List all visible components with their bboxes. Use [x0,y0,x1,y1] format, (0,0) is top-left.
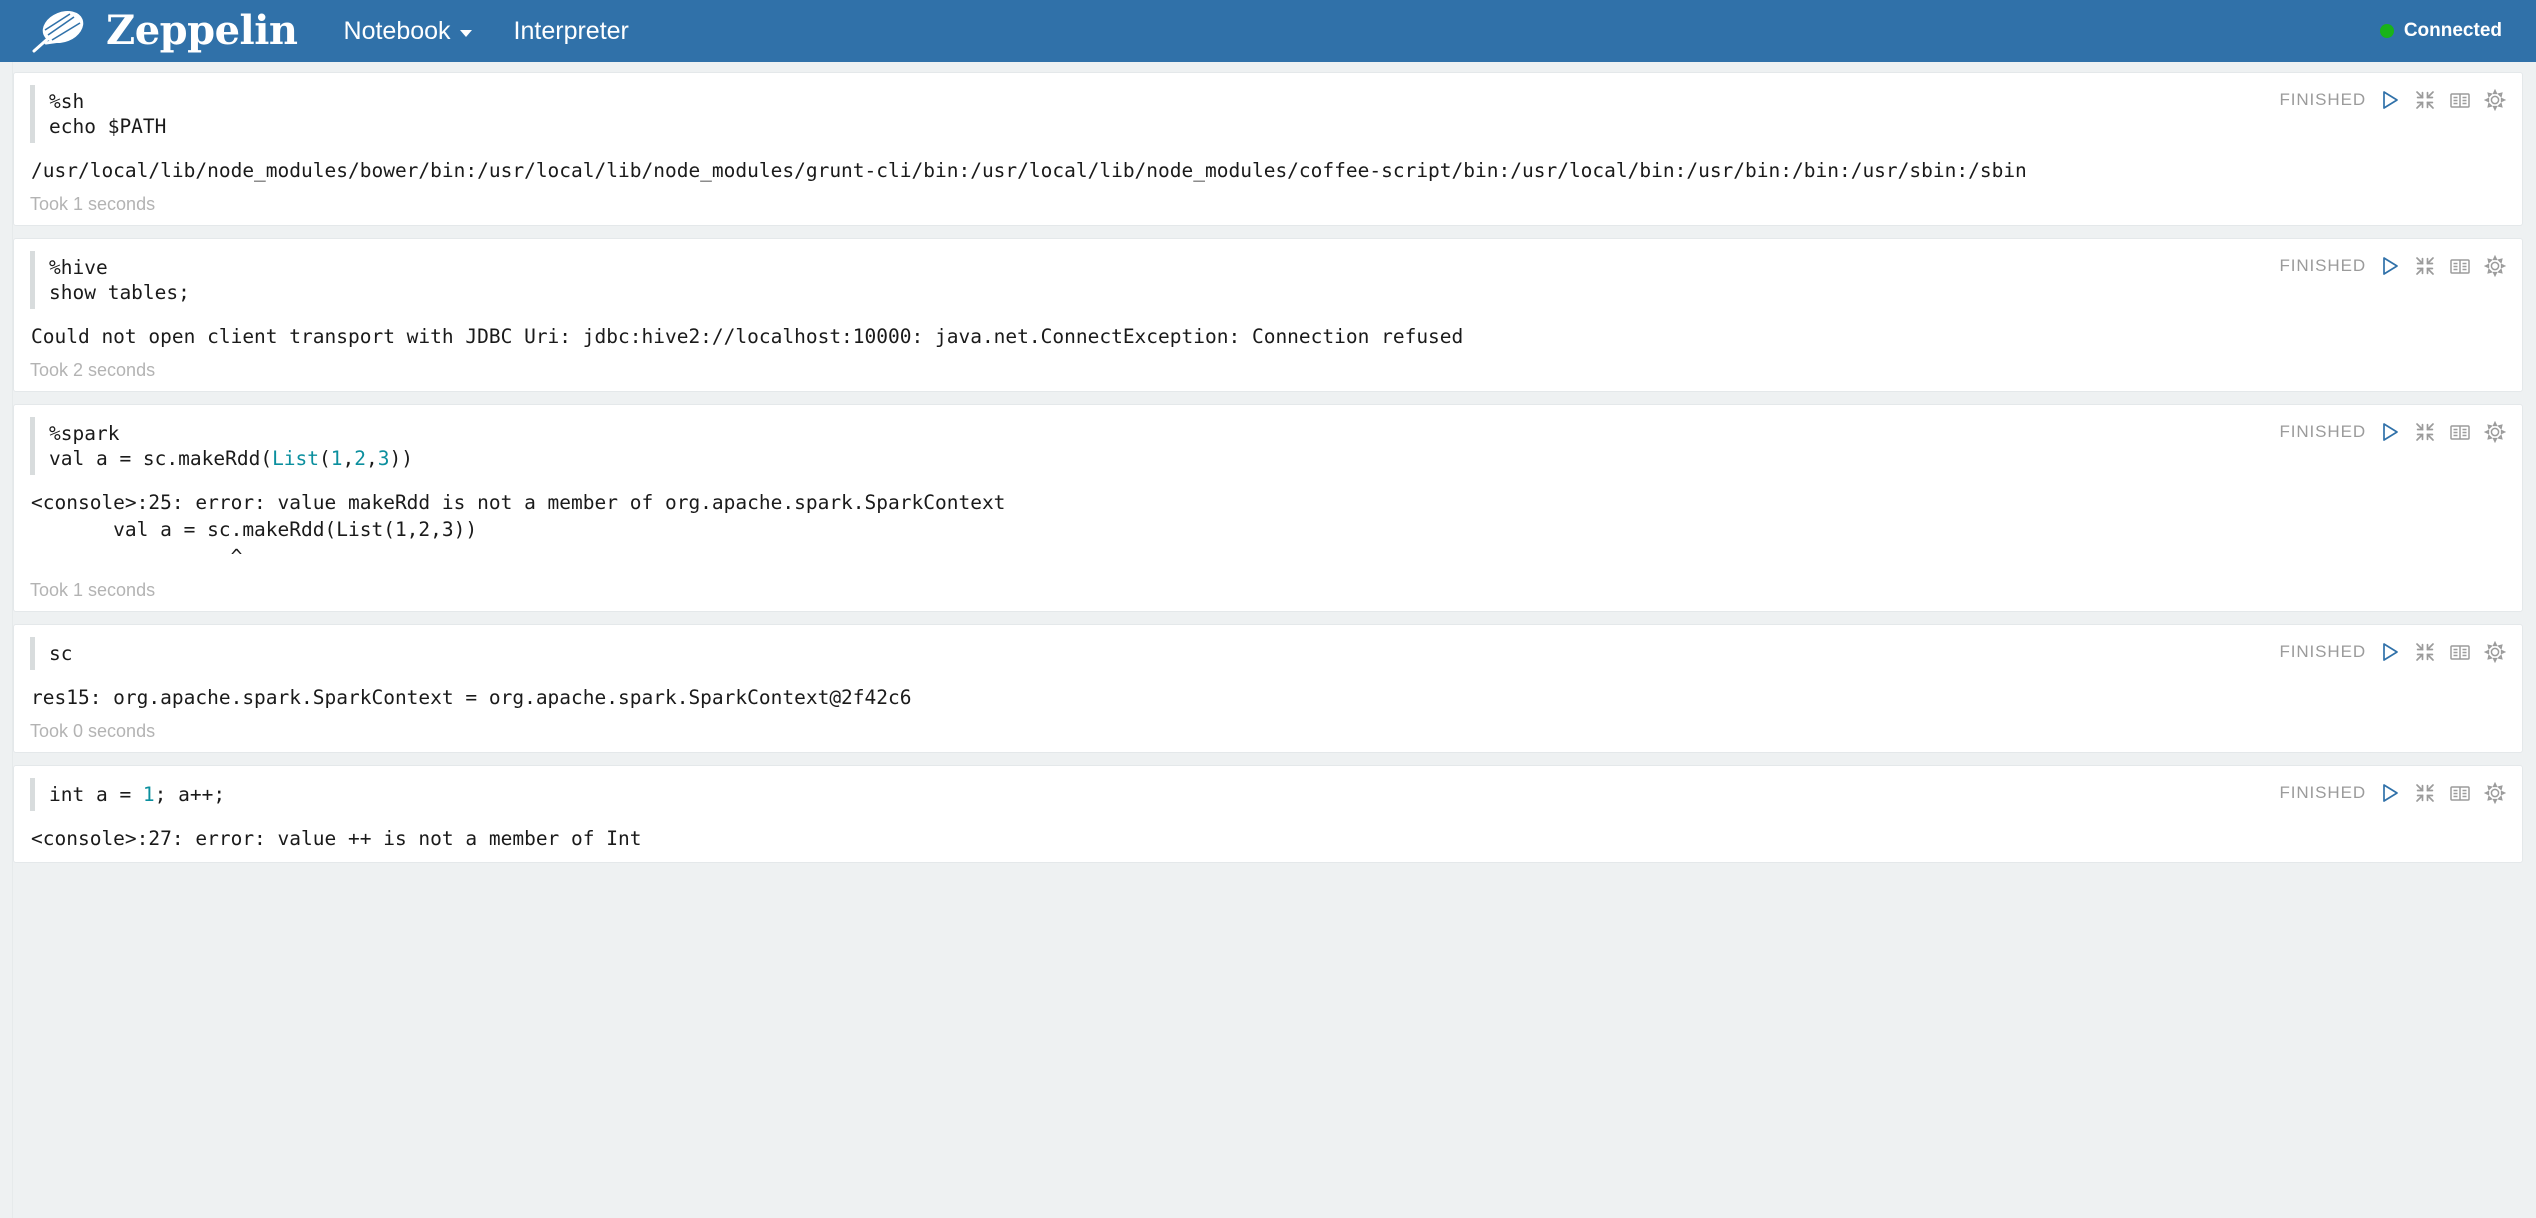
paragraph-result: res15: org.apache.spark.SparkContext = o… [31,686,912,709]
code-token: sc [49,642,73,665]
paragraph-result: <console>:27: error: value ++ is not a m… [31,827,642,850]
paragraph-controls: FINISHED [2279,637,2506,663]
code-line: %spark [49,421,2259,446]
paragraph-cell[interactable]: %spark val a = sc.makeRdd(List(1,2,3)) FIN… [13,404,2523,612]
code-token: 1 [142,783,155,806]
code-line: show tables; [49,280,2259,305]
code-token: %hive [49,256,108,279]
zeppelin-leaf-logo-icon [30,7,92,55]
code-token: , [366,447,378,470]
run-icon[interactable] [2379,421,2401,443]
book-icon[interactable] [2449,255,2471,277]
book-icon[interactable] [2449,421,2471,443]
code-token: 1 [330,447,343,470]
paragraph-header: %hive show tables; FINISHED [30,251,2506,309]
paragraph-cell[interactable]: sc FINISHED res15: org.apache.spark.SparkC… [13,624,2523,753]
code-editor[interactable]: sc [30,637,2259,670]
paragraph-controls: FINISHED [2279,778,2506,804]
paragraph-controls: FINISHED [2279,251,2506,277]
code-token: ( [319,447,331,470]
code-editor[interactable]: %hive show tables; [30,251,2259,309]
book-icon[interactable] [2449,782,2471,804]
paragraph-status-label: FINISHED [2279,256,2366,275]
paragraph-status-label: FINISHED [2279,422,2366,441]
gear-icon[interactable] [2484,641,2506,663]
gear-icon[interactable] [2484,255,2506,277]
code-line: echo $PATH [49,114,2259,139]
run-icon[interactable] [2379,641,2401,663]
paragraph-took-label: Took 1 seconds [30,194,156,214]
code-line: val a = sc.makeRdd(List(1,2,3)) [49,446,2259,471]
paragraph-status-label: FINISHED [2279,642,2366,661]
top-navbar: Zeppelin Notebook Interpreter Connected [0,0,2536,62]
paragraph-header: %sh echo $PATH FINISHED [30,85,2506,143]
paragraph-cell[interactable]: %hive show tables; FINISHED Could not open … [13,238,2523,392]
collapse-icon[interactable] [2414,89,2436,111]
nav-item-interpreter[interactable]: Interpreter [514,17,629,46]
book-icon[interactable] [2449,641,2471,663]
paragraph-header: sc FINISHED [30,637,2506,670]
code-editor[interactable]: %sh echo $PATH [30,85,2259,143]
book-icon[interactable] [2449,89,2471,111]
code-token: show tables; [49,281,190,304]
code-token: 2 [354,447,367,470]
connection-status-label: Connected [2403,20,2502,41]
paragraph-controls: FINISHED [2279,417,2506,443]
notebook-body: %sh echo $PATH FINISHED/usr/local/lib/node… [0,62,2536,1218]
run-icon[interactable] [2379,782,2401,804]
code-token: 3 [377,447,390,470]
paragraph-result: /usr/local/lib/node_modules/bower/bin:/u… [31,159,2027,182]
paragraph-controls: FINISHED [2279,85,2506,111]
code-line: int a = 1; a++; [49,782,2259,807]
run-icon[interactable] [2379,255,2401,277]
code-token: echo $PATH [49,115,167,138]
paragraph-status-label: FINISHED [2279,783,2366,802]
collapse-icon[interactable] [2414,421,2436,443]
code-token: List [272,447,320,470]
code-token: , [342,447,355,470]
brand[interactable]: Zeppelin [30,7,298,55]
code-token: %spark [49,422,120,445]
right-gutter [2523,62,2536,1218]
run-icon[interactable] [2379,89,2401,111]
code-token: int a = [49,783,143,806]
nav-links: Notebook Interpreter [344,17,629,46]
code-token: ; a++; [154,783,226,806]
collapse-icon[interactable] [2414,782,2436,804]
connection-status[interactable]: Connected [2379,20,2512,42]
code-line: %hive [49,255,2259,280]
paragraph-result: <console>:25: error: value makeRdd is no… [31,491,1006,568]
gear-icon[interactable] [2484,782,2506,804]
brand-name: Zeppelin [106,7,298,54]
paragraph-took-label: Took 1 seconds [30,580,156,600]
paragraph-took-label: Took 0 seconds [30,721,156,741]
code-token: )) [389,447,414,470]
paragraph-result: Could not open client transport with JDB… [31,325,1464,348]
paragraph-took-label: Took 2 seconds [30,360,156,380]
code-line: %sh [49,89,2259,114]
paragraph-status-label: FINISHED [2279,90,2366,109]
gear-icon[interactable] [2484,89,2506,111]
paragraph-header: %spark val a = sc.makeRdd(List(1,2,3)) FIN… [30,417,2506,475]
status-dot-icon [2379,24,2394,38]
nav-item-notebook[interactable]: Notebook [344,17,472,46]
gear-icon[interactable] [2484,421,2506,443]
nav-item-interpreter-label: Interpreter [513,16,629,45]
collapse-icon[interactable] [2414,255,2436,277]
paragraph-list: %sh echo $PATH FINISHED/usr/local/lib/node… [13,72,2523,863]
left-gutter [0,62,13,1218]
code-line: sc [49,641,2259,666]
code-editor[interactable]: %spark val a = sc.makeRdd(List(1,2,3)) [30,417,2259,475]
collapse-icon[interactable] [2414,641,2436,663]
code-token: val a = sc.makeRdd( [49,447,273,470]
code-editor[interactable]: int a = 1; a++; [30,778,2259,811]
paragraph-cell[interactable]: %sh echo $PATH FINISHED/usr/local/lib/node… [13,72,2523,226]
paragraph-cell[interactable]: int a = 1; a++; FINISHED <console>:27: err… [13,765,2523,863]
nav-item-notebook-label: Notebook [343,16,451,45]
chevron-down-icon [459,29,472,37]
code-token: %sh [49,90,85,113]
paragraph-header: int a = 1; a++; FINISHED [30,778,2506,811]
